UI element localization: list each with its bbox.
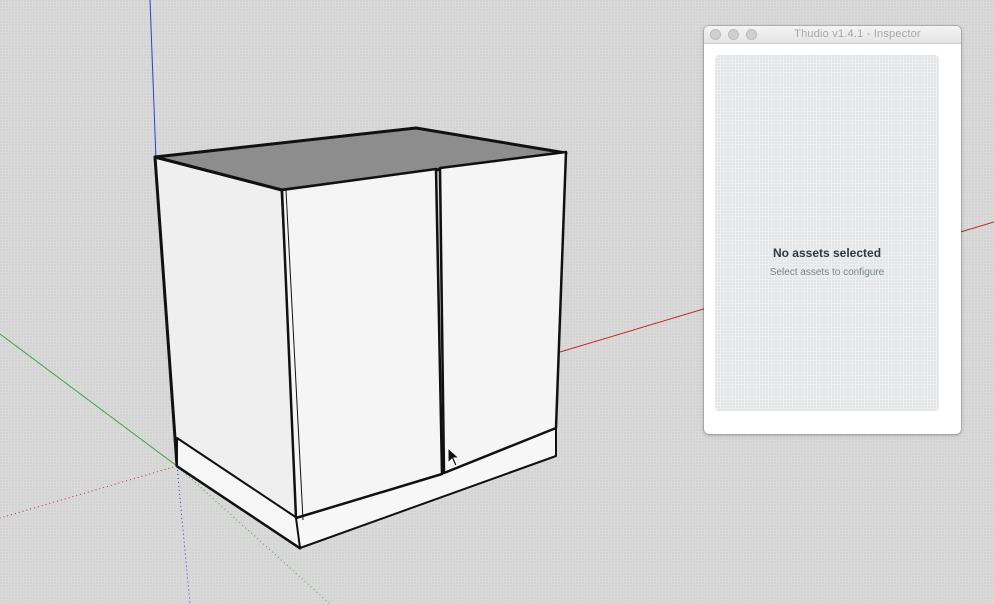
window-titlebar[interactable]: Thudio v1.4.1 - Inspector [704, 26, 961, 44]
right-door[interactable] [438, 150, 568, 475]
blue-axis [149, 0, 157, 161]
empty-state-panel: No assets selected Select assets to conf… [715, 55, 939, 411]
empty-state-subtitle: Select assets to configure [769, 267, 885, 278]
green-axis [0, 333, 178, 467]
blue-axis-negative [176, 465, 191, 604]
red-axis-negative [0, 465, 178, 519]
window-title: Thudio v1.4.1 - Inspector [794, 28, 921, 40]
inspector-window: Thudio v1.4.1 - Inspector No assets sele… [704, 26, 961, 434]
empty-state-title: No assets selected [772, 246, 882, 260]
left-door[interactable] [280, 167, 444, 520]
